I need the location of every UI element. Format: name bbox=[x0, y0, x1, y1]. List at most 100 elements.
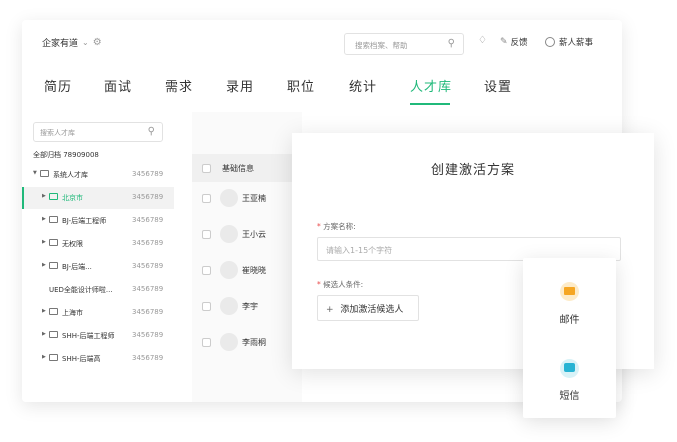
tab-position[interactable]: 职位 bbox=[287, 76, 315, 95]
folder-icon bbox=[40, 170, 49, 177]
avatar bbox=[220, 225, 238, 243]
plan-name-label-text: 方案名称: bbox=[323, 222, 356, 231]
column-basic-info: 基础信息 bbox=[222, 164, 254, 173]
caret-right-icon[interactable]: ▶ bbox=[42, 193, 46, 199]
sms-label[interactable]: 短信 bbox=[523, 387, 616, 402]
tree-item-ued-designer[interactable]: UED全能设计师啦... 3456789 bbox=[22, 279, 174, 301]
add-candidate-label: 添加激活候选人 bbox=[340, 305, 404, 315]
talent-search-placeholder: 搜索人才库 bbox=[40, 129, 75, 137]
tree-item-system-pool[interactable]: ▼ 系统人才库 3456789 bbox=[22, 164, 174, 186]
table-row[interactable]: 崔晓晓 bbox=[192, 254, 302, 290]
tree-item-count: 3456789 bbox=[132, 308, 164, 316]
caret-down-icon[interactable]: ▼ bbox=[33, 170, 37, 176]
caret-right-icon[interactable]: ▶ bbox=[42, 354, 46, 360]
avatar bbox=[220, 297, 238, 315]
tree-item-label: 上海市 bbox=[62, 309, 83, 317]
table-row[interactable]: 李宇 bbox=[192, 290, 302, 326]
table-row[interactable]: 李雨桐 bbox=[192, 326, 302, 362]
tree-item-shh-backend[interactable]: ▶ SHH-后端工程师 3456789 bbox=[22, 325, 174, 347]
active-tab-indicator bbox=[410, 103, 450, 105]
feedback-button[interactable]: ✎ 反馈 bbox=[500, 36, 528, 48]
tab-talent-pool[interactable]: 人才库 bbox=[410, 76, 452, 95]
active-indicator bbox=[22, 187, 24, 209]
gear-icon[interactable]: ⚙ bbox=[93, 37, 102, 48]
main-nav: 简历 面试 需求 录用 职位 统计 人才库 设置 bbox=[22, 72, 622, 106]
caret-right-icon[interactable]: ▶ bbox=[42, 262, 46, 268]
search-icon[interactable]: ⚲ bbox=[148, 126, 155, 137]
user-menu[interactable]: 薪人薪事 bbox=[545, 36, 593, 48]
tree-item-count: 3456789 bbox=[132, 216, 164, 224]
locked-folder-icon bbox=[49, 239, 58, 246]
search-icon[interactable]: ⚲ bbox=[448, 38, 455, 49]
row-checkbox[interactable] bbox=[202, 230, 211, 239]
tree-item-bj-backend[interactable]: ▶ BJ-后端工程师 3456789 bbox=[22, 210, 174, 232]
tree-item-label: 北京市 bbox=[62, 194, 83, 202]
tree-item-label: 无权限 bbox=[62, 240, 83, 248]
avatar bbox=[545, 37, 555, 47]
tree-item-shanghai[interactable]: ▶ 上海市 3456789 bbox=[22, 302, 174, 324]
tree-item-beijing[interactable]: ▶ 北京市 3456789 bbox=[22, 187, 174, 209]
folder-icon bbox=[49, 331, 58, 338]
row-checkbox[interactable] bbox=[202, 194, 211, 203]
talent-search-input[interactable]: 搜索人才库 ⚲ bbox=[33, 122, 163, 142]
tree-item-label: 系统人才库 bbox=[53, 171, 88, 179]
tab-demand[interactable]: 需求 bbox=[165, 76, 193, 95]
mail-label[interactable]: 邮件 bbox=[523, 311, 616, 326]
candidate-condition-label: * 候选人条件: bbox=[317, 279, 363, 290]
tree-item-count: 3456789 bbox=[132, 193, 164, 201]
tree-item-label: UED全能设计师啦... bbox=[49, 286, 113, 294]
list-header: 基础信息 bbox=[192, 154, 302, 182]
bell-icon[interactable]: ♢ bbox=[478, 35, 487, 46]
company-switcher[interactable]: 企家有道 ⌄ ⚙ bbox=[42, 36, 102, 49]
tree-item-no-permission[interactable]: ▶ 无权限 3456789 bbox=[22, 233, 174, 255]
tree-item-count: 3456789 bbox=[132, 354, 164, 362]
tree-item-count: 3456789 bbox=[132, 170, 164, 178]
folder-icon bbox=[49, 308, 58, 315]
feedback-icon: ✎ bbox=[500, 37, 508, 47]
global-search-input[interactable]: 搜索档案、帮助 ⚲ bbox=[344, 33, 464, 55]
global-search-placeholder: 搜索档案、帮助 bbox=[355, 41, 408, 50]
folder-icon bbox=[49, 354, 58, 361]
tree-item-count: 3456789 bbox=[132, 239, 164, 247]
user-name: 薪人薪事 bbox=[559, 38, 594, 48]
tab-settings[interactable]: 设置 bbox=[484, 76, 512, 95]
tab-interview[interactable]: 面试 bbox=[104, 76, 132, 95]
tree-item-label: SHH-后端高 bbox=[62, 355, 101, 363]
chat-bubble-shape bbox=[564, 363, 575, 372]
plus-icon: + bbox=[326, 305, 334, 315]
caret-right-icon[interactable]: ▶ bbox=[42, 308, 46, 314]
plan-name-placeholder: 请输入1-15个字符 bbox=[326, 246, 393, 255]
candidate-list: 基础信息 王亚楠 王小云 崔晓晓 李宇 李雨桐 bbox=[192, 112, 302, 402]
sms-icon[interactable] bbox=[560, 359, 579, 378]
tab-stats[interactable]: 统计 bbox=[349, 76, 377, 95]
select-all-checkbox[interactable] bbox=[202, 164, 211, 173]
tree-item-count: 3456789 bbox=[132, 262, 164, 270]
row-checkbox[interactable] bbox=[202, 302, 211, 311]
table-row[interactable]: 王亚楠 bbox=[192, 182, 302, 218]
tab-hire[interactable]: 录用 bbox=[226, 76, 254, 95]
panel-title: 创建激活方案 bbox=[430, 163, 515, 178]
tree-item-label: BJ-后端... bbox=[62, 263, 92, 271]
mail-icon[interactable] bbox=[560, 282, 579, 301]
caret-right-icon[interactable]: ▶ bbox=[42, 216, 46, 222]
tree-item-bj-backend-2[interactable]: ▶ BJ-后端... 3456789 bbox=[22, 256, 174, 278]
tree-item-shh-backend-senior[interactable]: ▶ SHH-后端高 3456789 bbox=[22, 348, 174, 370]
row-checkbox[interactable] bbox=[202, 338, 211, 347]
row-checkbox[interactable] bbox=[202, 266, 211, 275]
top-bar: 企家有道 ⌄ ⚙ 搜索档案、帮助 ⚲ ♢ ✎ 反馈 薪人薪事 bbox=[22, 20, 622, 66]
add-candidate-button[interactable]: + 添加激活候选人 bbox=[317, 295, 419, 321]
caret-right-icon[interactable]: ▶ bbox=[42, 331, 46, 337]
table-row[interactable]: 王小云 bbox=[192, 218, 302, 254]
feedback-label: 反馈 bbox=[510, 38, 528, 48]
tab-resume[interactable]: 简历 bbox=[44, 76, 72, 95]
caret-right-icon[interactable]: ▶ bbox=[42, 239, 46, 245]
candidate-condition-label-text: 候选人条件: bbox=[323, 280, 364, 289]
company-name: 企家有道 bbox=[42, 39, 79, 49]
tree-item-count: 3456789 bbox=[132, 331, 164, 339]
avatar bbox=[220, 333, 238, 351]
required-mark: * bbox=[317, 280, 321, 289]
candidate-name: 李雨桐 bbox=[242, 338, 266, 347]
channel-picker: 邮件 短信 bbox=[523, 258, 616, 418]
tree-item-label: BJ-后端工程师 bbox=[62, 217, 107, 225]
all-archive-label: 全部归档 78909008 bbox=[33, 151, 99, 159]
